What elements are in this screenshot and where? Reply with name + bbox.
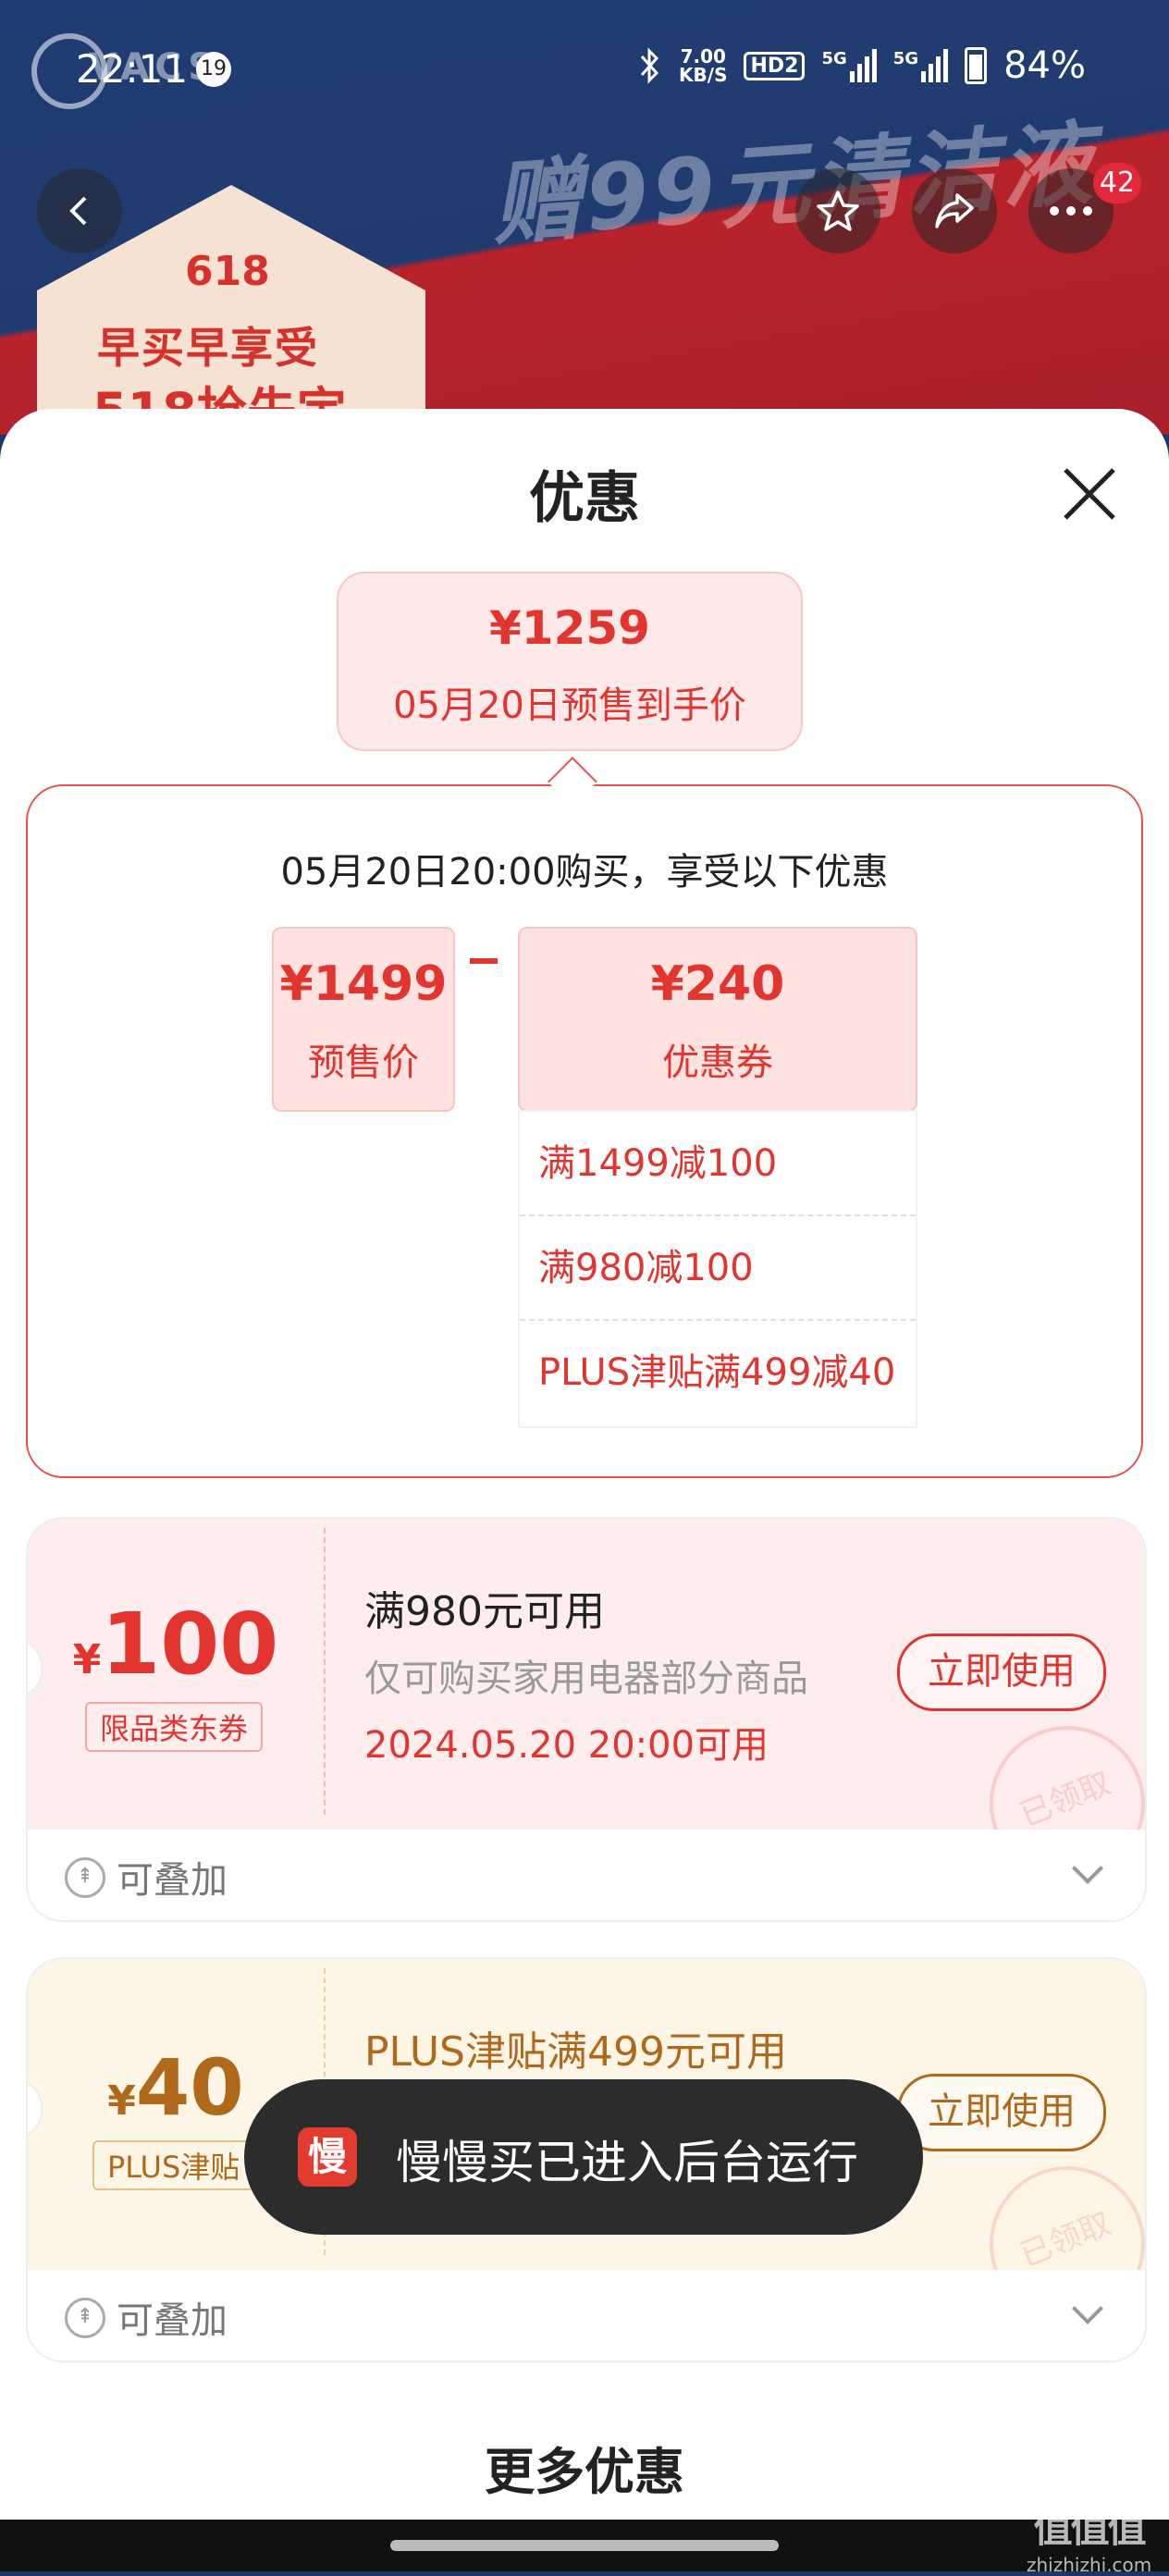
coupon-total-card: ¥240 优惠券 — [518, 927, 917, 1112]
presale-price-card: ¥1499 预售价 — [272, 927, 455, 1112]
favorite-button[interactable] — [795, 168, 880, 253]
status-icons: 7.00 KB/S HD2 5G 5G 84% — [638, 44, 1086, 87]
coupon-description: 仅可购买家用电器部分商品 — [364, 1658, 808, 1700]
stackable-label: 可叠加 — [117, 1859, 228, 1902]
signal-5g-icon: 5G — [821, 49, 877, 82]
chevron-down-icon — [1072, 1853, 1103, 1884]
coupon-breakdown-item: 满980减100 — [520, 1216, 916, 1321]
site-watermark: 值值值 zhizhizhi.com — [1027, 2506, 1152, 2576]
sheet-title: 优惠 — [529, 466, 640, 531]
more-dots-icon — [1050, 206, 1092, 216]
coupon-type-tag: 限品类东券 — [85, 1702, 264, 1752]
coupon-breakdown-item: 满1499减100 — [520, 1112, 916, 1216]
share-icon — [935, 193, 974, 228]
house-618-label: 618 — [185, 248, 270, 295]
use-now-button[interactable]: 立即使用 — [897, 1633, 1106, 1711]
home-gesture-handle[interactable] — [390, 2540, 779, 2551]
presale-label: 预售价 — [308, 1041, 419, 1084]
manmanmai-app-icon: 慢 — [298, 2127, 357, 2187]
coupon-card-dongquan: ¥100 限品类东券 满980元可用 仅可购买家用电器部分商品 2024.05.… — [26, 1517, 1147, 1922]
chevron-down-icon — [1072, 2293, 1103, 2324]
coupon-breakdown-item: PLUS津贴满499减40 — [538, 1351, 896, 1394]
coupon-body: ¥100 限品类东券 满980元可用 仅可购买家用电器部分商品 2024.05.… — [28, 1519, 1145, 1905]
bluetooth-icon — [640, 47, 659, 84]
coupon-valid-time: 2024.05.20 20:00可用 — [364, 1724, 769, 1767]
final-price: ¥1259 — [489, 601, 650, 655]
coupon-footer[interactable]: ⇞ 可叠加 — [28, 2270, 1145, 2360]
coupon-footer[interactable]: ⇞ 可叠加 — [28, 1830, 1145, 1920]
battery-percent: 84% — [1003, 44, 1086, 87]
close-icon — [1064, 468, 1115, 520]
battery-icon — [965, 47, 988, 84]
use-now-button[interactable]: 立即使用 — [897, 2074, 1106, 2151]
coupon-total-label: 优惠券 — [662, 1041, 773, 1084]
notification-count-badge: 19 — [196, 52, 231, 87]
coupon-title: PLUS津贴满499元可用 — [364, 2028, 787, 2076]
toast-message: 慢慢买已进入后台运行 — [396, 2136, 858, 2189]
more-offers-title: 更多优惠 — [485, 2443, 684, 2501]
close-button[interactable] — [1052, 457, 1126, 531]
coupon-amount: ¥100 — [72, 1595, 279, 1694]
status-bar: 22:11 19 7.00 KB/S HD2 5G 5G 84% — [0, 37, 1169, 102]
coupon-breakdown-list: 满1499减100 满980减100 PLUS津贴满499减40 — [518, 1110, 917, 1428]
minus-sign-icon — [470, 958, 498, 964]
stack-icon: ⇞ — [65, 1857, 105, 1898]
final-price-label: 05月20日预售到手价 — [393, 684, 746, 727]
hd-icon: HD2 — [744, 51, 806, 80]
notification-badge: 42 — [1093, 163, 1141, 203]
final-price-card: ¥1259 05月20日预售到手价 — [337, 572, 803, 751]
status-time: 22:11 — [76, 46, 189, 92]
house-line1: 早买早享受 — [97, 323, 319, 373]
breakdown-heading: 05月20日20:00购买，享受以下优惠 — [280, 851, 889, 894]
star-icon — [817, 191, 859, 231]
banner-promo-text: 赠99元清洁液 — [487, 111, 1100, 259]
presale-price: ¥1499 — [279, 956, 448, 1012]
system-nav-bar — [0, 2520, 1169, 2571]
coupon-total-value: ¥240 — [650, 956, 785, 1012]
stack-icon: ⇞ — [65, 2298, 105, 2338]
back-button[interactable] — [37, 168, 122, 253]
share-button[interactable] — [912, 168, 997, 253]
coupon-type-tag: PLUS津贴 — [92, 2140, 255, 2190]
background-run-toast: 慢 慢慢买已进入后台运行 — [244, 2079, 923, 2235]
net-speed: 7.00 KB/S — [679, 45, 728, 86]
signal-5g-icon-2: 5G — [893, 49, 949, 82]
coupon-title: 满980元可用 — [364, 1588, 605, 1635]
stackable-label: 可叠加 — [117, 2299, 228, 2342]
chevron-left-icon — [69, 196, 87, 226]
coupon-divider — [324, 1528, 326, 1815]
